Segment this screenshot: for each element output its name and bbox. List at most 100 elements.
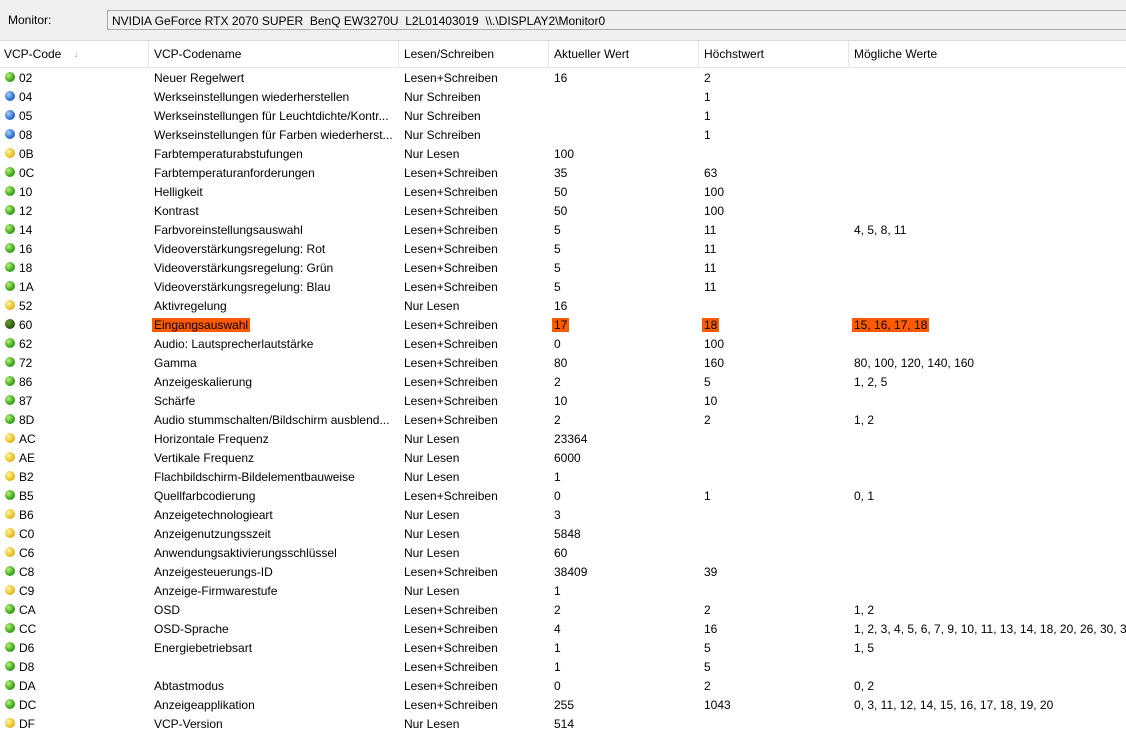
- cell-read-write: Nur Lesen: [404, 147, 460, 161]
- table-row[interactable]: 18 Videoverstärkungsregelung: Grün Lesen+S…: [0, 258, 1126, 277]
- table-row[interactable]: 86 Anzeigeskalierung Lesen+Schreiben 2 5 1, 2…: [0, 372, 1126, 391]
- cell-max-value: 11: [704, 242, 717, 256]
- table-row[interactable]: D8 Lesen+Schreiben 1 5: [0, 657, 1126, 676]
- status-dot-icon: [5, 452, 15, 462]
- table-row[interactable]: 16 Videoverstärkungsregelung: Rot Lesen+Sc…: [0, 239, 1126, 258]
- cell-read-write: Nur Lesen: [404, 508, 460, 522]
- table-row[interactable]: DA Abtastmodus Lesen+Schreiben 0 2 0, 2: [0, 676, 1126, 695]
- cell-codename: Neuer Regelwert: [154, 71, 245, 85]
- cell-current-value: 0: [554, 679, 561, 693]
- table-row[interactable]: 08 Werkseinstellungen für Farben wiederhe…: [0, 125, 1126, 144]
- cell-vcp-code: 05: [19, 109, 33, 123]
- column-header-rw[interactable]: Lesen/Schreiben: [404, 47, 494, 61]
- cell-codename: VCP-Version: [154, 717, 223, 731]
- table-row[interactable]: DF VCP-Version Nur Lesen 514: [0, 714, 1126, 733]
- cell-max-value: 1: [704, 90, 711, 104]
- cell-read-write: Lesen+Schreiben: [404, 71, 498, 85]
- cell-codename: Werkseinstellungen für Leuchtdichte/Kont…: [154, 109, 389, 123]
- table-row[interactable]: C8 Anzeigesteuerungs-ID Lesen+Schreiben 384…: [0, 562, 1126, 581]
- table-row[interactable]: B5 Quellfarbcodierung Lesen+Schreiben 0 1 0, …: [0, 486, 1126, 505]
- cell-vcp-code: AE: [19, 451, 36, 465]
- cell-current-value: 2: [554, 603, 561, 617]
- status-dot-icon: [5, 661, 15, 671]
- cell-read-write: Lesen+Schreiben: [404, 261, 498, 275]
- cell-possible-values: 1, 2: [854, 603, 875, 617]
- column-header-possible[interactable]: Mögliche Werte: [854, 47, 937, 61]
- table-row[interactable]: 72 Gamma Lesen+Schreiben 80 160 80, 100, 120,…: [0, 353, 1126, 372]
- table-row[interactable]: 04 Werkseinstellungen wiederherstellen Nur…: [0, 87, 1126, 106]
- cell-codename: Farbtemperaturabstufungen: [154, 147, 303, 161]
- cell-read-write: Lesen+Schreiben: [404, 489, 498, 503]
- table-row[interactable]: 05 Werkseinstellungen für Leuchtdichte/Ko…: [0, 106, 1126, 125]
- table-row[interactable]: C9 Anzeige-Firmwarestufe Nur Lesen 1: [0, 581, 1126, 600]
- status-dot-icon: [5, 433, 15, 443]
- table-row[interactable]: 62 Audio: Lautsprecherlautstärke Lesen+Sch…: [0, 334, 1126, 353]
- cell-max-value: 100: [704, 204, 725, 218]
- table-row[interactable]: AC Horizontale Frequenz Nur Lesen 23364: [0, 429, 1126, 448]
- status-dot-icon: [5, 205, 15, 215]
- table-row[interactable]: B6 Anzeigetechnologieart Nur Lesen 3: [0, 505, 1126, 524]
- cell-codename: Abtastmodus: [154, 679, 225, 693]
- table-row[interactable]: 87 Schärfe Lesen+Schreiben 10 10: [0, 391, 1126, 410]
- table-row[interactable]: 14 Farbvoreinstellungsauswahl Lesen+Schrei…: [0, 220, 1126, 239]
- cell-read-write: Lesen+Schreiben: [404, 166, 498, 180]
- table-row[interactable]: CA OSD Lesen+Schreiben 2 2 1, 2: [0, 600, 1126, 619]
- cell-read-write: Nur Schreiben: [404, 109, 481, 123]
- table-row[interactable]: 1A Videoverstärkungsregelung: Blau Lesen+S…: [0, 277, 1126, 296]
- cell-read-write: Lesen+Schreiben: [404, 698, 498, 712]
- cell-max-value: 1: [704, 489, 711, 503]
- table-row[interactable]: AE Vertikale Frequenz Nur Lesen 6000: [0, 448, 1126, 467]
- table-row[interactable]: DC Anzeigeapplikation Lesen+Schreiben 255 10…: [0, 695, 1126, 714]
- cell-codename: Aktivregelung: [154, 299, 227, 313]
- column-header-current[interactable]: Aktueller Wert: [554, 47, 629, 61]
- cell-codename: Schärfe: [154, 394, 196, 408]
- cell-current-value: 16: [554, 299, 568, 313]
- cell-max-value: 100: [704, 185, 725, 199]
- status-dot-icon: [5, 699, 15, 709]
- column-header-max[interactable]: Höchstwert: [704, 47, 764, 61]
- cell-current-value: 6000: [554, 451, 581, 465]
- monitor-select[interactable]: NVIDIA GeForce RTX 2070 SUPER BenQ EW327…: [107, 10, 1126, 30]
- status-dot-icon: [5, 376, 15, 386]
- column-header-codename[interactable]: VCP-Codename: [154, 47, 241, 61]
- cell-max-value: 100: [704, 337, 725, 351]
- table-row[interactable]: C6 Anwendungsaktivierungsschlüssel Nur Les…: [0, 543, 1126, 562]
- column-header-vcp-code[interactable]: VCP-Code: [4, 47, 61, 61]
- status-dot-icon: [5, 281, 15, 291]
- cell-codename: Anzeigeapplikation: [154, 698, 255, 712]
- cell-possible-values: 80, 100, 120, 140, 160: [854, 356, 975, 370]
- cell-current-value: 514: [554, 717, 575, 731]
- table-row[interactable]: 8D Audio stummschalten/Bildschirm ausblen…: [0, 410, 1126, 429]
- cell-vcp-code: 0B: [19, 147, 34, 161]
- cell-current-value: 10: [554, 394, 568, 408]
- table-row[interactable]: 02 Neuer Regelwert Lesen+Schreiben 16 2: [0, 68, 1126, 87]
- table-row[interactable]: 60 Eingangsauswahl Lesen+Schreiben 17 18 15, …: [0, 315, 1126, 334]
- monitor-bar: Monitor: NVIDIA GeForce RTX 2070 SUPER B…: [0, 0, 1126, 41]
- status-dot-icon: [5, 319, 15, 329]
- cell-read-write: Nur Schreiben: [404, 90, 481, 104]
- table-row[interactable]: B2 Flachbildschirm-Bildelementbauweise Nur…: [0, 467, 1126, 486]
- cell-current-value: 35: [554, 166, 568, 180]
- status-dot-icon: [5, 509, 15, 519]
- cell-current-value: 0: [554, 489, 561, 503]
- cell-vcp-code: C0: [19, 527, 35, 541]
- table-row[interactable]: C0 Anzeigenutzungsszeit Nur Lesen 5848: [0, 524, 1126, 543]
- cell-read-write: Lesen+Schreiben: [404, 204, 498, 218]
- table-row[interactable]: 0C Farbtemperaturanforderungen Lesen+Schre…: [0, 163, 1126, 182]
- cell-read-write: Lesen+Schreiben: [404, 622, 498, 636]
- table-row[interactable]: 52 Aktivregelung Nur Lesen 16: [0, 296, 1126, 315]
- status-dot-icon: [5, 623, 15, 633]
- cell-vcp-code: 1A: [19, 280, 34, 294]
- table-row[interactable]: 0B Farbtemperaturabstufungen Nur Lesen 100: [0, 144, 1126, 163]
- status-dot-icon: [5, 490, 15, 500]
- cell-max-value: 63: [704, 166, 718, 180]
- table-row[interactable]: 12 Kontrast Lesen+Schreiben 50 100: [0, 201, 1126, 220]
- status-dot-icon: [5, 167, 15, 177]
- table-row[interactable]: D6 Energiebetriebsart Lesen+Schreiben 1 5 1, …: [0, 638, 1126, 657]
- cell-read-write: Lesen+Schreiben: [404, 223, 498, 237]
- table-row[interactable]: 10 Helligkeit Lesen+Schreiben 50 100: [0, 182, 1126, 201]
- table-row[interactable]: CC OSD-Sprache Lesen+Schreiben 4 16 1, 2, 3, …: [0, 619, 1126, 638]
- cell-vcp-code: CC: [19, 622, 37, 636]
- status-dot-icon: [5, 224, 15, 234]
- status-dot-icon: [5, 471, 15, 481]
